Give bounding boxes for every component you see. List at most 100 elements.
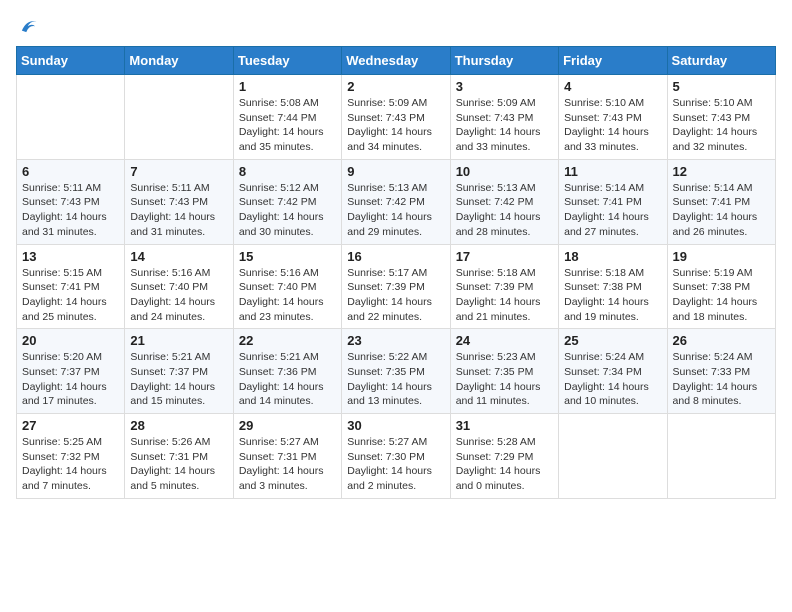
day-info: Sunrise: 5:16 AMSunset: 7:40 PMDaylight:… — [130, 266, 227, 325]
day-info: Sunrise: 5:10 AMSunset: 7:43 PMDaylight:… — [564, 96, 661, 155]
day-info: Sunrise: 5:21 AMSunset: 7:37 PMDaylight:… — [130, 350, 227, 409]
calendar-week-row: 27 Sunrise: 5:25 AMSunset: 7:32 PMDayligh… — [17, 414, 776, 499]
weekday-header-friday: Friday — [559, 47, 667, 75]
calendar-cell: 7Sunrise: 5:11 AMSunset: 7:43 PMDaylight… — [125, 159, 233, 244]
day-number: 17 — [456, 249, 553, 264]
day-number: 27 — [22, 418, 119, 433]
calendar-week-row: 1 Sunrise: 5:08 AMSunset: 7:44 PMDaylight… — [17, 75, 776, 160]
day-number: 23 — [347, 333, 444, 348]
calendar-cell: 9 Sunrise: 5:13 AMSunset: 7:42 PMDaylight… — [342, 159, 450, 244]
calendar-cell: 2 Sunrise: 5:09 AMSunset: 7:43 PMDaylight… — [342, 75, 450, 160]
calendar-cell: 12Sunrise: 5:14 AMSunset: 7:41 PMDayligh… — [667, 159, 775, 244]
calendar-cell: 23 Sunrise: 5:22 AMSunset: 7:35 PMDayligh… — [342, 329, 450, 414]
calendar-cell: 11 Sunrise: 5:14 AMSunset: 7:41 PMDayligh… — [559, 159, 667, 244]
calendar-cell: 10Sunrise: 5:13 AMSunset: 7:42 PMDayligh… — [450, 159, 558, 244]
day-info: Sunrise: 5:09 AMSunset: 7:43 PMDaylight:… — [456, 96, 553, 155]
day-info: Sunrise: 5:18 AMSunset: 7:39 PMDaylight:… — [456, 266, 553, 325]
day-info: Sunrise: 5:15 AMSunset: 7:41 PMDaylight:… — [22, 266, 119, 325]
day-info: Sunrise: 5:22 AMSunset: 7:35 PMDaylight:… — [347, 350, 444, 409]
weekday-header-wednesday: Wednesday — [342, 47, 450, 75]
calendar-cell: 16 Sunrise: 5:17 AMSunset: 7:39 PMDayligh… — [342, 244, 450, 329]
day-number: 6 — [22, 164, 119, 179]
day-info: Sunrise: 5:18 AMSunset: 7:38 PMDaylight:… — [564, 266, 661, 325]
calendar-cell: 13Sunrise: 5:15 AMSunset: 7:41 PMDayligh… — [17, 244, 125, 329]
calendar-cell: 26 Sunrise: 5:24 AMSunset: 7:33 PMDayligh… — [667, 329, 775, 414]
day-number: 29 — [239, 418, 336, 433]
day-info: Sunrise: 5:12 AMSunset: 7:42 PMDaylight:… — [239, 181, 336, 240]
day-number: 16 — [347, 249, 444, 264]
day-number: 2 — [347, 79, 444, 94]
day-number: 28 — [130, 418, 227, 433]
calendar-cell: 1 Sunrise: 5:08 AMSunset: 7:44 PMDaylight… — [233, 75, 341, 160]
calendar-week-row: 6 Sunrise: 5:11 AMSunset: 7:43 PMDaylight… — [17, 159, 776, 244]
weekday-header-thursday: Thursday — [450, 47, 558, 75]
day-number: 18 — [564, 249, 661, 264]
calendar-cell: 19 Sunrise: 5:19 AMSunset: 7:38 PMDayligh… — [667, 244, 775, 329]
day-number: 8 — [239, 164, 336, 179]
day-info: Sunrise: 5:25 AMSunset: 7:32 PMDaylight:… — [22, 435, 119, 494]
calendar-cell: 25 Sunrise: 5:24 AMSunset: 7:34 PMDayligh… — [559, 329, 667, 414]
calendar-cell: 28 Sunrise: 5:26 AMSunset: 7:31 PMDayligh… — [125, 414, 233, 499]
day-number: 21 — [130, 333, 227, 348]
day-info: Sunrise: 5:21 AMSunset: 7:36 PMDaylight:… — [239, 350, 336, 409]
calendar-cell — [125, 75, 233, 160]
day-number: 3 — [456, 79, 553, 94]
calendar-cell: 17 Sunrise: 5:18 AMSunset: 7:39 PMDayligh… — [450, 244, 558, 329]
weekday-header-tuesday: Tuesday — [233, 47, 341, 75]
weekday-header-sunday: Sunday — [17, 47, 125, 75]
day-number: 4 — [564, 79, 661, 94]
day-info: Sunrise: 5:08 AMSunset: 7:44 PMDaylight:… — [239, 96, 336, 155]
calendar-table: SundayMondayTuesdayWednesdayThursdayFrid… — [16, 46, 776, 499]
day-number: 12 — [673, 164, 770, 179]
calendar-cell: 14 Sunrise: 5:16 AMSunset: 7:40 PMDayligh… — [125, 244, 233, 329]
day-info: Sunrise: 5:14 AMSunset: 7:41 PMDaylight:… — [564, 181, 661, 240]
day-number: 26 — [673, 333, 770, 348]
calendar-cell — [559, 414, 667, 499]
day-number: 19 — [673, 249, 770, 264]
page-header — [16, 16, 776, 38]
day-info: Sunrise: 5:24 AMSunset: 7:34 PMDaylight:… — [564, 350, 661, 409]
day-number: 1 — [239, 79, 336, 94]
day-info: Sunrise: 5:16 AMSunset: 7:40 PMDaylight:… — [239, 266, 336, 325]
day-number: 15 — [239, 249, 336, 264]
calendar-week-row: 20Sunrise: 5:20 AMSunset: 7:37 PMDayligh… — [17, 329, 776, 414]
calendar-cell: 24 Sunrise: 5:23 AMSunset: 7:35 PMDayligh… — [450, 329, 558, 414]
logo-icon — [16, 16, 38, 38]
calendar-cell: 29 Sunrise: 5:27 AMSunset: 7:31 PMDayligh… — [233, 414, 341, 499]
day-number: 25 — [564, 333, 661, 348]
day-number: 22 — [239, 333, 336, 348]
calendar-cell: 8 Sunrise: 5:12 AMSunset: 7:42 PMDaylight… — [233, 159, 341, 244]
day-number: 30 — [347, 418, 444, 433]
day-number: 14 — [130, 249, 227, 264]
day-info: Sunrise: 5:27 AMSunset: 7:31 PMDaylight:… — [239, 435, 336, 494]
day-info: Sunrise: 5:19 AMSunset: 7:38 PMDaylight:… — [673, 266, 770, 325]
day-info: Sunrise: 5:23 AMSunset: 7:35 PMDaylight:… — [456, 350, 553, 409]
calendar-cell: 30Sunrise: 5:27 AMSunset: 7:30 PMDayligh… — [342, 414, 450, 499]
day-info: Sunrise: 5:26 AMSunset: 7:31 PMDaylight:… — [130, 435, 227, 494]
calendar-cell: 15 Sunrise: 5:16 AMSunset: 7:40 PMDayligh… — [233, 244, 341, 329]
day-info: Sunrise: 5:13 AMSunset: 7:42 PMDaylight:… — [347, 181, 444, 240]
day-info: Sunrise: 5:11 AMSunset: 7:43 PMDaylight:… — [22, 181, 119, 240]
day-info: Sunrise: 5:09 AMSunset: 7:43 PMDaylight:… — [347, 96, 444, 155]
day-info: Sunrise: 5:24 AMSunset: 7:33 PMDaylight:… — [673, 350, 770, 409]
day-info: Sunrise: 5:17 AMSunset: 7:39 PMDaylight:… — [347, 266, 444, 325]
day-number: 5 — [673, 79, 770, 94]
calendar-cell: 31Sunrise: 5:28 AMSunset: 7:29 PMDayligh… — [450, 414, 558, 499]
calendar-cell — [17, 75, 125, 160]
weekday-header-row: SundayMondayTuesdayWednesdayThursdayFrid… — [17, 47, 776, 75]
calendar-cell: 4 Sunrise: 5:10 AMSunset: 7:43 PMDaylight… — [559, 75, 667, 160]
weekday-header-saturday: Saturday — [667, 47, 775, 75]
day-info: Sunrise: 5:11 AMSunset: 7:43 PMDaylight:… — [130, 181, 227, 240]
weekday-header-monday: Monday — [125, 47, 233, 75]
calendar-cell: 22 Sunrise: 5:21 AMSunset: 7:36 PMDayligh… — [233, 329, 341, 414]
calendar-week-row: 13Sunrise: 5:15 AMSunset: 7:41 PMDayligh… — [17, 244, 776, 329]
day-number: 9 — [347, 164, 444, 179]
day-number: 24 — [456, 333, 553, 348]
day-number: 11 — [564, 164, 661, 179]
day-info: Sunrise: 5:28 AMSunset: 7:29 PMDaylight:… — [456, 435, 553, 494]
calendar-cell — [667, 414, 775, 499]
calendar-cell: 20Sunrise: 5:20 AMSunset: 7:37 PMDayligh… — [17, 329, 125, 414]
day-info: Sunrise: 5:20 AMSunset: 7:37 PMDaylight:… — [22, 350, 119, 409]
day-info: Sunrise: 5:10 AMSunset: 7:43 PMDaylight:… — [673, 96, 770, 155]
logo — [16, 16, 42, 38]
